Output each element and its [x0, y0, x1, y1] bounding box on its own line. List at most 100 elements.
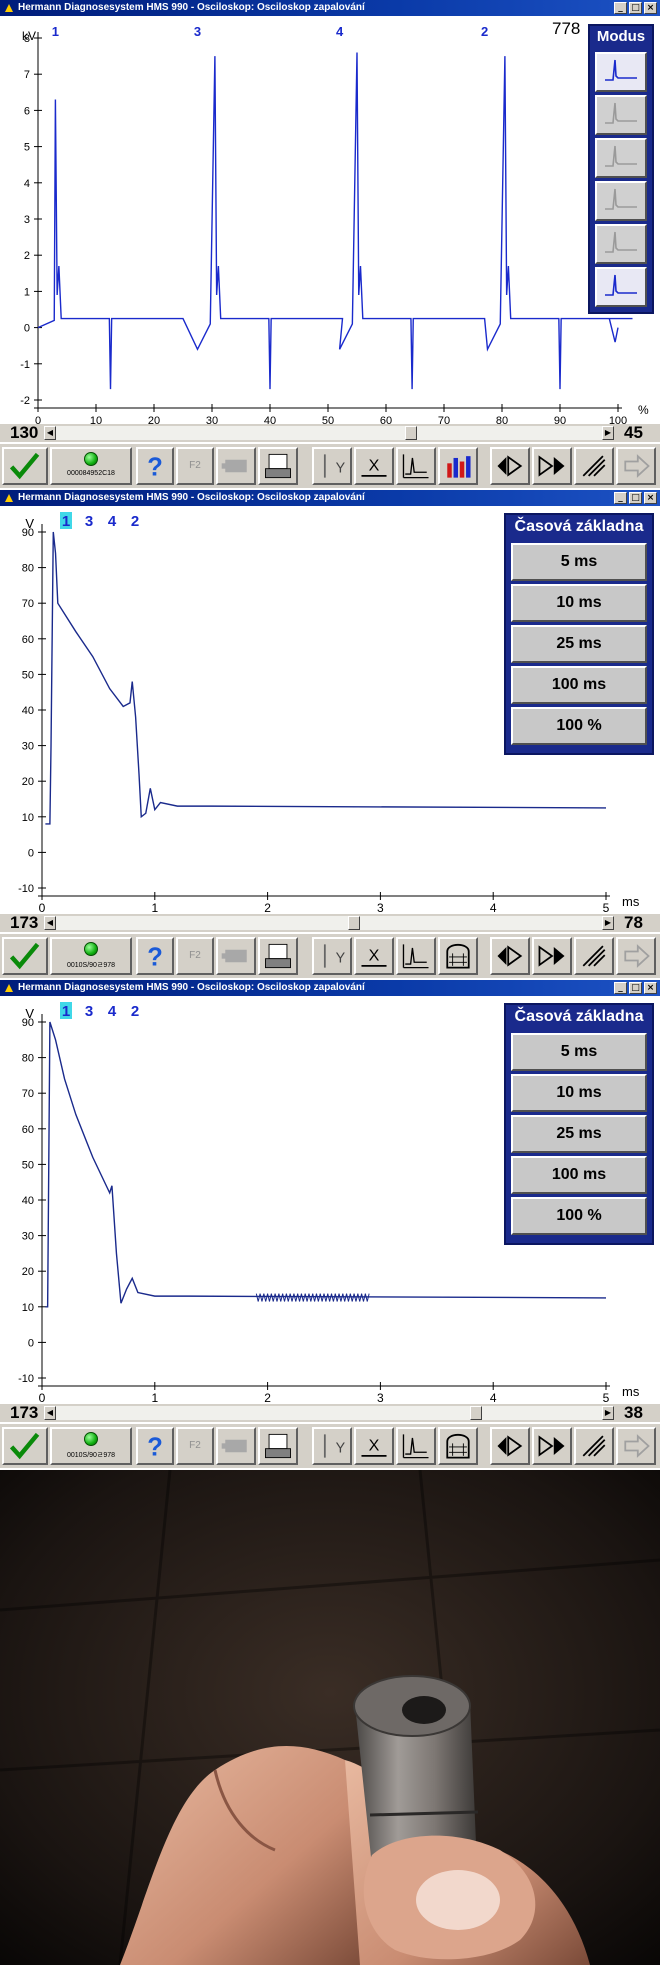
- channel-label[interactable]: 2: [131, 513, 139, 530]
- y-cursor-button[interactable]: Y: [312, 937, 352, 975]
- help-button[interactable]: ?: [136, 937, 174, 975]
- f2-label: F2: [189, 950, 201, 961]
- scroll-track[interactable]: [56, 916, 602, 930]
- modus-button-5[interactable]: [595, 224, 647, 264]
- marker-button[interactable]: [574, 447, 614, 485]
- status-indicator[interactable]: 0010S/90ㄹ978: [50, 1427, 132, 1465]
- sensor-button[interactable]: [216, 1427, 256, 1465]
- waveform-button[interactable]: [396, 1427, 436, 1465]
- f2-button[interactable]: F2: [176, 1427, 214, 1465]
- scrollbar-row: 173 ◀ ▶ 38: [0, 1404, 660, 1422]
- time-base-button-2[interactable]: 10 ms: [511, 584, 647, 622]
- channel-label[interactable]: 3: [85, 513, 93, 530]
- x-tick-label: 2: [264, 1391, 271, 1404]
- sensor-button[interactable]: [216, 937, 256, 975]
- scroll-track[interactable]: [56, 1406, 602, 1420]
- marker-button[interactable]: [574, 1427, 614, 1465]
- x-cursor-button[interactable]: X: [354, 447, 394, 485]
- channel-label[interactable]: 3: [85, 1003, 93, 1020]
- time-base-button-4[interactable]: 100 ms: [511, 1156, 647, 1194]
- checkmark-button[interactable]: [2, 937, 48, 975]
- time-base-button-3[interactable]: 25 ms: [511, 1115, 647, 1153]
- x-tick-label: 80: [496, 415, 508, 424]
- scroll-track[interactable]: [56, 426, 602, 440]
- channel-label[interactable]: 1: [62, 513, 70, 530]
- status-indicator[interactable]: 0010S/90ㄹ978: [50, 937, 132, 975]
- nav-right-button[interactable]: [532, 447, 572, 485]
- checkmark-button[interactable]: [2, 447, 48, 485]
- sensor-button[interactable]: [216, 447, 256, 485]
- cylinder-label: 3: [194, 24, 201, 39]
- scroll-left-arrow[interactable]: ◀: [44, 426, 56, 440]
- channel-label[interactable]: 4: [108, 1003, 117, 1020]
- scroll-right-arrow[interactable]: ▶: [602, 916, 614, 930]
- arrow-right-button[interactable]: [616, 1427, 656, 1465]
- channel-label[interactable]: 1: [62, 1003, 70, 1020]
- scroll-left-arrow[interactable]: ◀: [44, 1406, 56, 1420]
- scroll-thumb[interactable]: [470, 1406, 482, 1420]
- scroll-thumb[interactable]: [348, 916, 360, 930]
- checkmark-button[interactable]: [2, 1427, 48, 1465]
- maximize-button[interactable]: □: [629, 2, 642, 14]
- close-button[interactable]: ×: [644, 982, 657, 994]
- time-base-button-1[interactable]: 5 ms: [511, 543, 647, 581]
- f2-button[interactable]: F2: [176, 937, 214, 975]
- minimize-button[interactable]: _: [614, 982, 627, 994]
- time-base-button-3[interactable]: 25 ms: [511, 625, 647, 663]
- time-base-button-4[interactable]: 100 ms: [511, 666, 647, 704]
- time-base-button-1[interactable]: 5 ms: [511, 1033, 647, 1071]
- nav-left-button[interactable]: [490, 447, 530, 485]
- arrow-right-button[interactable]: [616, 937, 656, 975]
- y-tick-label: -1: [20, 359, 30, 371]
- y-tick-label: 40: [22, 705, 34, 717]
- modus-button-4[interactable]: [595, 181, 647, 221]
- print-button[interactable]: [258, 447, 298, 485]
- scroll-right-arrow[interactable]: ▶: [602, 1406, 614, 1420]
- y-tick-label: 60: [22, 634, 34, 646]
- nav-right-button[interactable]: [532, 1427, 572, 1465]
- help-button[interactable]: ?: [136, 1427, 174, 1465]
- x-cursor-button[interactable]: X: [354, 1427, 394, 1465]
- print-button[interactable]: [258, 937, 298, 975]
- maximize-button[interactable]: □: [629, 982, 642, 994]
- marker-button[interactable]: [574, 937, 614, 975]
- f2-button[interactable]: F2: [176, 447, 214, 485]
- nav-left-button[interactable]: [490, 937, 530, 975]
- plot-area: 90 80 70 60 50 40 30 20 10 0 -10 0 1 2 3 4 5 Vms 1 3 4 2 Časo…: [0, 996, 660, 1405]
- x-cursor-button[interactable]: X: [354, 937, 394, 975]
- minimize-button[interactable]: _: [614, 492, 627, 504]
- help-button[interactable]: ?: [136, 447, 174, 485]
- bar-chart-icon: [447, 456, 471, 478]
- modus-button-3[interactable]: [595, 138, 647, 178]
- channel-label[interactable]: 4: [108, 513, 117, 530]
- cylinder-label: 2: [481, 24, 488, 39]
- y-cursor-button[interactable]: Y: [312, 447, 352, 485]
- waveform-button[interactable]: [396, 447, 436, 485]
- title-bar: Hermann Diagnosesystem HMS 990 - Oscilos…: [0, 980, 660, 996]
- modus-button-1[interactable]: [595, 52, 647, 92]
- time-base-button-5[interactable]: 100 %: [511, 1197, 647, 1235]
- maximize-button[interactable]: □: [629, 492, 642, 504]
- nav-right-button[interactable]: [532, 937, 572, 975]
- time-base-button-5[interactable]: 100 %: [511, 707, 647, 745]
- minimize-button[interactable]: _: [614, 2, 627, 14]
- close-button[interactable]: ×: [644, 492, 657, 504]
- waveform-button[interactable]: [396, 937, 436, 975]
- time-base-button-2[interactable]: 10 ms: [511, 1074, 647, 1112]
- status-indicator[interactable]: 000084952C18: [50, 447, 132, 485]
- scroll-thumb[interactable]: [405, 426, 417, 440]
- y-tick-label: 40: [22, 1195, 34, 1207]
- nav-left-button[interactable]: [490, 1427, 530, 1465]
- close-button[interactable]: ×: [644, 2, 657, 14]
- grid-button[interactable]: [438, 1427, 478, 1465]
- channel-label[interactable]: 2: [131, 1003, 139, 1020]
- scroll-right-arrow[interactable]: ▶: [602, 426, 614, 440]
- modus-button-2[interactable]: [595, 95, 647, 135]
- bar-chart-button[interactable]: [438, 447, 478, 485]
- y-cursor-button[interactable]: Y: [312, 1427, 352, 1465]
- scroll-left-arrow[interactable]: ◀: [44, 916, 56, 930]
- arrow-right-button[interactable]: [616, 447, 656, 485]
- modus-button-6[interactable]: [595, 267, 647, 307]
- grid-button[interactable]: [438, 937, 478, 975]
- print-button[interactable]: [258, 1427, 298, 1465]
